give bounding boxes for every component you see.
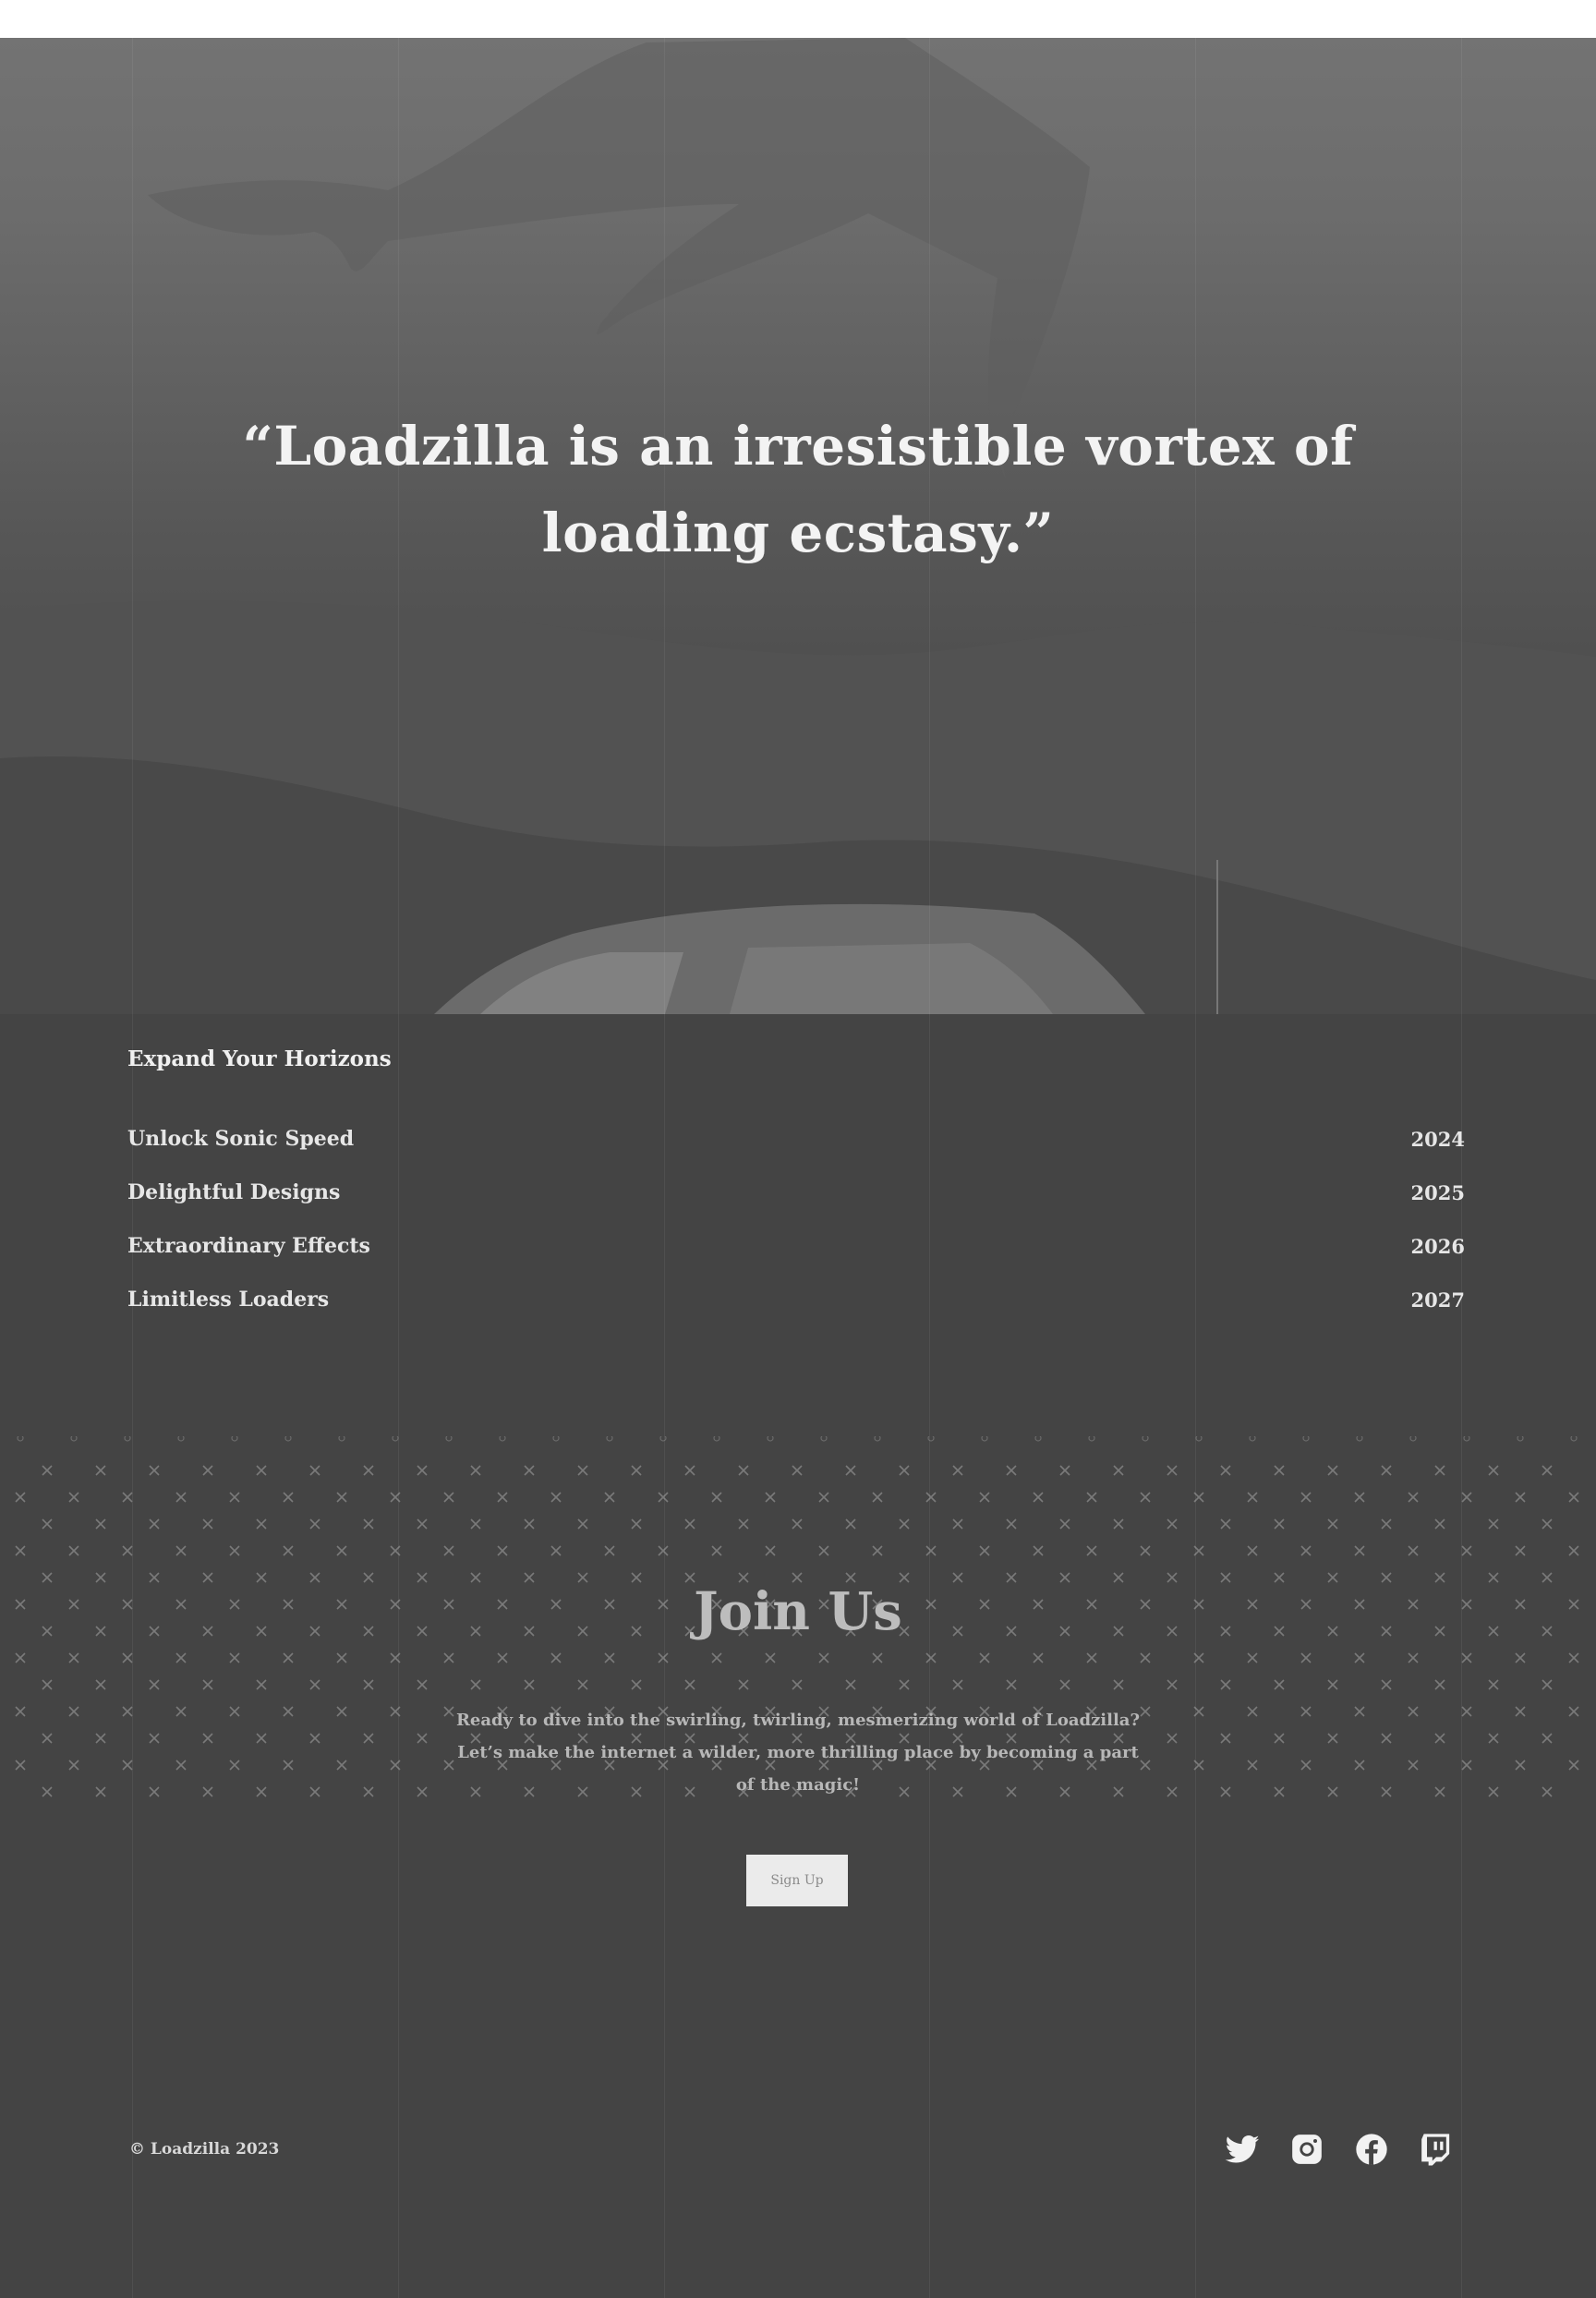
join-description: Ready to dive into the swirling, twirlin… <box>455 1711 1141 1795</box>
list-item[interactable]: Delightful Designs 2025 <box>127 1166 1465 1219</box>
join-title: Join Us <box>694 1581 902 1642</box>
list-item-year: 2024 <box>1410 1127 1465 1151</box>
list-item[interactable]: Limitless Loaders 2027 <box>127 1273 1465 1326</box>
horizons-title: Expand Your Horizons <box>127 1046 392 1071</box>
sign-up-button[interactable]: Sign Up <box>746 1855 848 1906</box>
twitter-icon[interactable] <box>1210 2126 1275 2172</box>
twitch-icon[interactable] <box>1404 2126 1469 2172</box>
list-item-year: 2027 <box>1410 1288 1465 1312</box>
page: “Loadzilla is an irresistible vortex of … <box>0 0 1596 2298</box>
instagram-icon[interactable] <box>1275 2126 1339 2172</box>
social-links <box>1210 2126 1469 2172</box>
copyright-text: © Loadzilla 2023 <box>129 2140 280 2159</box>
join-section: Join Us Ready to dive into the swirling,… <box>0 1436 1596 1990</box>
hero-quote: “Loadzilla is an irresistible vortex of … <box>242 415 1354 564</box>
list-item-label: Unlock Sonic Speed <box>127 1127 355 1151</box>
list-item-label: Delightful Designs <box>127 1180 341 1204</box>
list-item-year: 2025 <box>1410 1180 1465 1204</box>
horizons-list: Unlock Sonic Speed 2024 Delightful Desig… <box>127 1112 1465 1326</box>
list-item-label: Limitless Loaders <box>127 1288 330 1312</box>
horizons-section: Expand Your Horizons Unlock Sonic Speed … <box>127 1044 1465 1326</box>
list-item-label: Extraordinary Effects <box>127 1234 370 1258</box>
list-item[interactable]: Unlock Sonic Speed 2024 <box>127 1112 1465 1166</box>
facebook-icon[interactable] <box>1339 2126 1404 2172</box>
list-item-year: 2026 <box>1410 1234 1465 1258</box>
hero-section: “Loadzilla is an irresistible vortex of … <box>0 38 1596 1014</box>
list-item[interactable]: Extraordinary Effects 2026 <box>127 1219 1465 1273</box>
